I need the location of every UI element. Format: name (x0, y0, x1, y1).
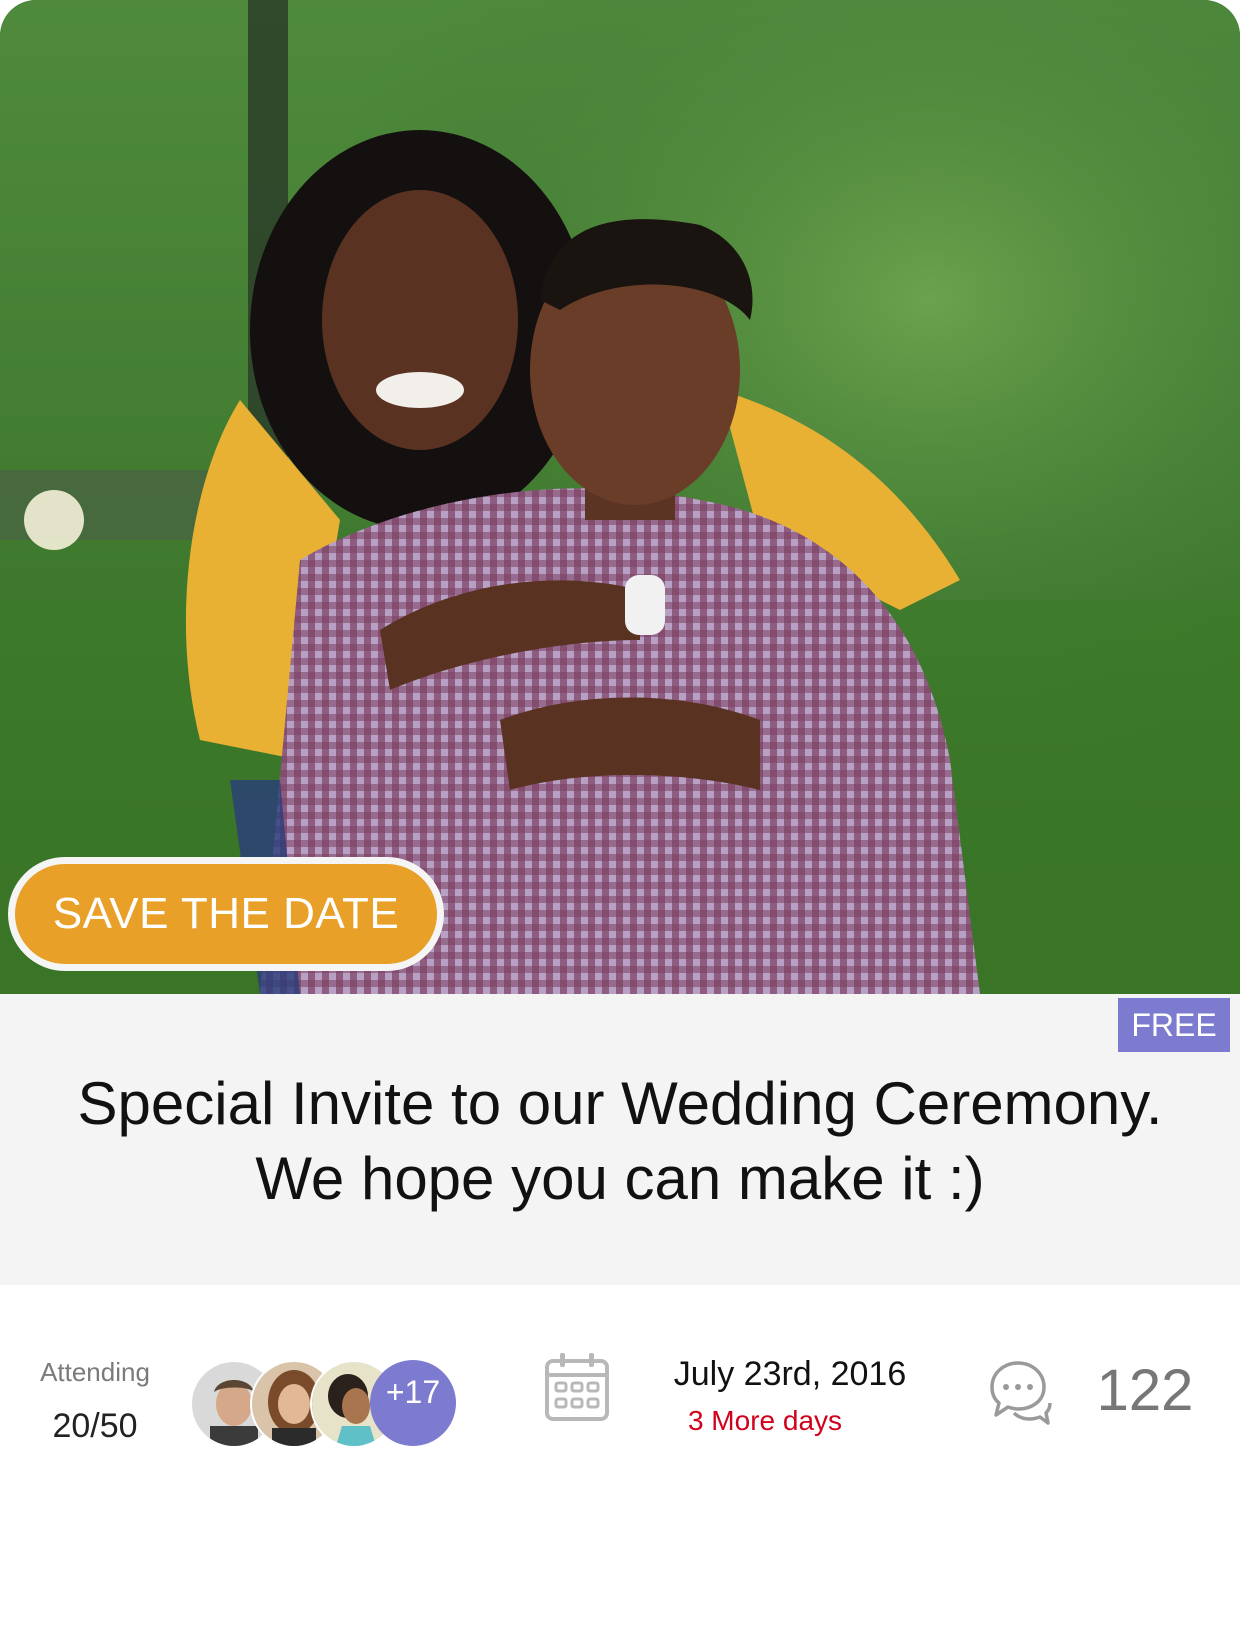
event-photo: SAVE THE DATE (0, 0, 1240, 994)
comment-count[interactable]: 122 (1080, 1357, 1210, 1424)
attendee-avatars[interactable]: +17 (190, 1360, 470, 1448)
chat-bubbles-icon[interactable] (984, 1357, 1052, 1425)
event-date: July 23rd, 2016 (673, 1355, 907, 1393)
countdown-text: 3 More days (687, 1405, 843, 1436)
event-title: Special Invite to our Wedding Ceremony. … (77, 1070, 1163, 1212)
more-attendees-button[interactable]: +17 (370, 1360, 456, 1446)
calendar-icon (545, 1353, 609, 1421)
attending-count: 20/50 (52, 1407, 138, 1445)
price-badge: FREE (1118, 998, 1230, 1052)
event-stats-row: Attending 20/50 +17 July 23rd, 2016 3 Mo… (0, 1285, 1240, 1640)
couple-photo-illustration (0, 0, 1240, 994)
save-the-date-button[interactable]: SAVE THE DATE (8, 857, 444, 971)
event-card[interactable]: SAVE THE DATE FREE Special Invite to our… (0, 0, 1240, 1640)
attending-label: Attending (40, 1357, 150, 1387)
event-info-panel: FREE Special Invite to our Wedding Cerem… (0, 994, 1240, 1285)
